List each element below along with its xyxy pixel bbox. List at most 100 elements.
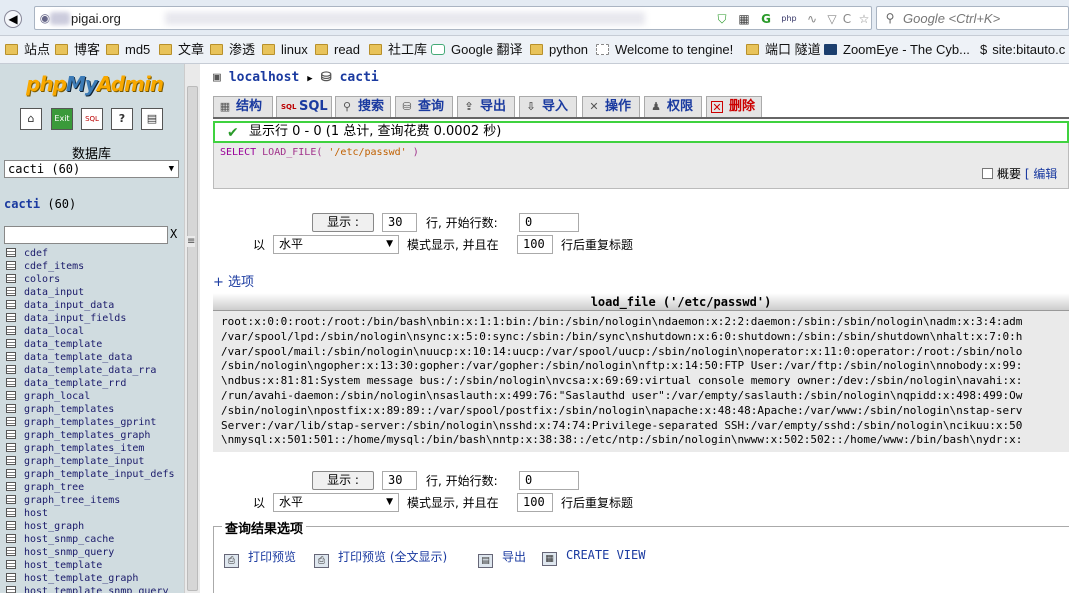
- tab-import[interactable]: ⇩ 导入: [519, 96, 577, 117]
- tab-privileges[interactable]: ♟ 权限: [644, 96, 702, 117]
- table-icon[interactable]: [6, 443, 16, 452]
- table-name[interactable]: host_graph: [24, 521, 84, 532]
- table-name[interactable]: data_template: [24, 339, 102, 350]
- table-name[interactable]: data_template_data: [24, 352, 132, 363]
- bookmark-item[interactable]: python: [530, 42, 588, 58]
- table-name[interactable]: graph_templates_gprint: [24, 417, 156, 428]
- table-list-item[interactable]: data_template_rrd: [6, 377, 175, 390]
- table-name[interactable]: data_input: [24, 287, 84, 298]
- table-icon[interactable]: [6, 391, 16, 400]
- table-icon[interactable]: [6, 430, 16, 439]
- table-name[interactable]: host_template: [24, 560, 102, 571]
- table-list-item[interactable]: graph_local: [6, 390, 175, 403]
- tab-operations[interactable]: ✕ 操作: [582, 96, 640, 117]
- resize-handle-icon[interactable]: ≡: [187, 236, 196, 247]
- table-list-item[interactable]: host_template: [6, 559, 175, 572]
- table-list-item[interactable]: graph_tree: [6, 481, 175, 494]
- table-list-item[interactable]: data_local: [6, 325, 175, 338]
- breadcrumb-database[interactable]: cacti: [340, 70, 379, 85]
- table-name[interactable]: data_local: [24, 326, 84, 337]
- table-name[interactable]: cdef_items: [24, 261, 84, 272]
- table-icon[interactable]: [6, 404, 16, 413]
- profiling-checkbox[interactable]: [982, 168, 993, 179]
- show-button[interactable]: 显示 :: [312, 471, 374, 490]
- start-input[interactable]: 0: [519, 213, 579, 232]
- exit-icon[interactable]: Exit: [51, 108, 73, 130]
- panel-resizer[interactable]: ≡: [187, 64, 209, 593]
- table-icon[interactable]: [6, 482, 16, 491]
- bookmark-item[interactable]: md5: [106, 42, 150, 58]
- table-list-item[interactable]: cdef_items: [6, 260, 175, 273]
- table-icon[interactable]: [6, 352, 16, 361]
- table-icon[interactable]: [6, 287, 16, 296]
- sql-query-text[interactable]: SELECT LOAD_FILE( '/etc/passwd' ): [220, 147, 419, 158]
- table-list-item[interactable]: cdef: [6, 247, 175, 260]
- table-icon[interactable]: [6, 261, 16, 270]
- table-list-item[interactable]: host_snmp_cache: [6, 533, 175, 546]
- bookmark-item[interactable]: 渗透: [210, 42, 255, 58]
- bookmark-item[interactable]: Welcome to tengine!: [596, 42, 733, 58]
- bookmark-item[interactable]: 文章: [159, 42, 204, 58]
- table-list-item[interactable]: graph_templates_item: [6, 442, 175, 455]
- repeat-input[interactable]: 100: [517, 493, 553, 512]
- table-name[interactable]: host_snmp_cache: [24, 534, 114, 545]
- table-list-item[interactable]: data_input_data: [6, 299, 175, 312]
- table-name[interactable]: host_template_snmp_query: [24, 586, 169, 593]
- table-name[interactable]: host_template_graph: [24, 573, 138, 584]
- qrcode-icon[interactable]: ▦: [737, 12, 751, 26]
- help-icon[interactable]: ?: [111, 108, 133, 130]
- table-icon[interactable]: [6, 469, 16, 478]
- home-icon[interactable]: ⌂: [20, 108, 42, 130]
- table-list-item[interactable]: host_template_snmp_query: [6, 585, 175, 593]
- phpma-icon[interactable]: php: [778, 12, 800, 26]
- database-select[interactable]: cacti (60) ▼: [4, 160, 179, 178]
- docs-icon[interactable]: ▤: [141, 108, 163, 130]
- mode-select[interactable]: 水平 ▼: [273, 493, 399, 512]
- table-name[interactable]: data_template_rrd: [24, 378, 126, 389]
- shield-icon[interactable]: ⛉: [715, 12, 729, 26]
- bookmark-item[interactable]: 社工库: [369, 42, 427, 58]
- print-full-view-link[interactable]: ⎙ 打印预览 (全文显示): [314, 548, 447, 568]
- table-list-item[interactable]: graph_templates_gprint: [6, 416, 175, 429]
- bookmark-item[interactable]: ZoomEye - The Cyb...: [824, 42, 970, 58]
- table-name[interactable]: data_input_data: [24, 300, 114, 311]
- navigation-scrollbar[interactable]: [184, 64, 200, 593]
- table-icon[interactable]: [6, 495, 16, 504]
- table-list-item[interactable]: data_template: [6, 338, 175, 351]
- table-name[interactable]: graph_tree: [24, 482, 84, 493]
- back-icon[interactable]: ◀: [4, 10, 22, 28]
- edit-link[interactable]: [ 编辑: [1025, 167, 1058, 181]
- sql-icon[interactable]: SQL: [81, 108, 103, 130]
- scrollbar-thumb[interactable]: [187, 86, 198, 591]
- phpmyadmin-logo[interactable]: phpMyAdmin: [26, 72, 164, 96]
- table-name[interactable]: graph_tree_items: [24, 495, 120, 506]
- table-icon[interactable]: [6, 300, 16, 309]
- table-filter-input[interactable]: [4, 226, 168, 244]
- search-box[interactable]: ⚲ Google <Ctrl+K>: [876, 6, 1069, 30]
- table-icon[interactable]: [6, 534, 16, 543]
- export-link[interactable]: ▤ 导出: [478, 548, 526, 568]
- table-icon[interactable]: [6, 508, 16, 517]
- table-name[interactable]: graph_template_input: [24, 456, 144, 467]
- table-icon[interactable]: [6, 456, 16, 465]
- mode-select[interactable]: 水平 ▼: [273, 235, 399, 254]
- table-icon[interactable]: [6, 339, 16, 348]
- bookmark-item[interactable]: 端口 隧道: [746, 42, 821, 58]
- table-list-item[interactable]: data_input: [6, 286, 175, 299]
- bookmark-item[interactable]: linux: [262, 42, 308, 58]
- tab-search[interactable]: ⚲ 搜索: [335, 96, 391, 117]
- bookmark-item[interactable]: 博客: [55, 42, 100, 58]
- table-icon[interactable]: [6, 378, 16, 387]
- table-name[interactable]: cdef: [24, 248, 48, 259]
- tab-export[interactable]: ⇪ 导出: [457, 96, 515, 117]
- table-list-item[interactable]: host_graph: [6, 520, 175, 533]
- table-icon[interactable]: [6, 326, 16, 335]
- options-link[interactable]: + 选项: [213, 271, 254, 290]
- gc-icon[interactable]: G: [759, 12, 773, 26]
- tab-drop[interactable]: ✕ 删除: [706, 96, 762, 117]
- table-icon[interactable]: [6, 586, 16, 593]
- database-name[interactable]: cacti: [4, 197, 40, 211]
- repeat-input[interactable]: 100: [517, 235, 553, 254]
- table-icon[interactable]: [6, 313, 16, 322]
- table-list-item[interactable]: host: [6, 507, 175, 520]
